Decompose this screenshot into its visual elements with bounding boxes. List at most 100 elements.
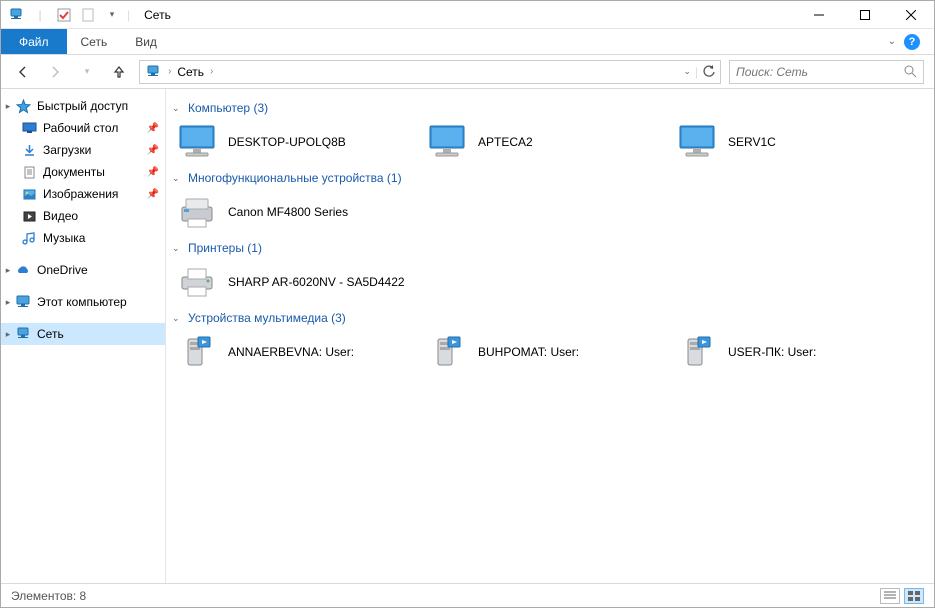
sidebar-quick-access[interactable]: ▸ Быстрый доступ: [1, 95, 165, 117]
mfd-item[interactable]: Canon MF4800 Series: [170, 189, 420, 235]
ribbon-tabs: Файл Сеть Вид ⌄ ?: [1, 29, 934, 55]
qat-dropdown-icon[interactable]: ▾: [103, 6, 121, 24]
printer-icon: [176, 263, 218, 301]
maximize-button[interactable]: [842, 1, 888, 29]
sidebar-item-label: Документы: [43, 165, 105, 179]
cloud-icon: [15, 262, 31, 278]
computer-icon: [15, 294, 31, 310]
mfd-printer-icon: [176, 193, 218, 231]
qat-divider: |: [127, 8, 130, 22]
sidebar-item-music[interactable]: Музыка: [1, 227, 165, 249]
media-device-item[interactable]: USER-ПК: User:: [670, 329, 920, 375]
star-icon: [15, 98, 31, 114]
sidebar-network[interactable]: ▸ Сеть: [1, 323, 165, 345]
media-device-item[interactable]: ANNAERBEVNA: User:: [170, 329, 420, 375]
item-label: SERV1C: [728, 135, 776, 149]
navigation-pane: ▸ Быстрый доступ Рабочий стол 📌 Загрузки…: [1, 89, 166, 583]
refresh-icon[interactable]: [702, 65, 716, 79]
search-input[interactable]: [736, 65, 904, 79]
ribbon-tab-network[interactable]: Сеть: [67, 29, 122, 54]
breadcrumb-dropdown-icon[interactable]: ⌄: [683, 66, 691, 77]
item-label: DESKTOP-UPOLQ8B: [228, 135, 346, 149]
body: ▸ Быстрый доступ Рабочий стол 📌 Загрузки…: [1, 89, 934, 583]
nav-back-button[interactable]: [11, 60, 35, 84]
group-title: Принтеры (1): [188, 241, 262, 255]
search-box[interactable]: [729, 60, 924, 84]
checkbox-icon[interactable]: [55, 6, 73, 24]
breadcrumb-network[interactable]: Сеть: [177, 65, 204, 79]
item-label: APTECA2: [478, 135, 533, 149]
media-server-icon: [426, 333, 468, 371]
minimize-button[interactable]: [796, 1, 842, 29]
close-button[interactable]: [888, 1, 934, 29]
chevron-right-icon[interactable]: ▸: [3, 101, 13, 112]
group-header-media[interactable]: ⌄ Устройства мультимедиа (3): [172, 311, 928, 325]
sidebar-item-label: Быстрый доступ: [37, 99, 128, 113]
chevron-right-icon[interactable]: ▸: [3, 265, 13, 276]
help-icon[interactable]: ?: [904, 34, 920, 50]
documents-icon: [21, 164, 37, 180]
ribbon-tab-file[interactable]: Файл: [1, 29, 67, 54]
breadcrumb[interactable]: › Сеть › ⌄ |: [139, 60, 721, 84]
view-icons-button[interactable]: [904, 588, 924, 604]
breadcrumb-sep-icon[interactable]: ›: [166, 66, 173, 77]
group-header-mfd[interactable]: ⌄ Многофункциональные устройства (1): [172, 171, 928, 185]
titlebar: | ▾ | Сеть: [1, 1, 934, 29]
item-label: Canon MF4800 Series: [228, 205, 348, 219]
music-icon: [21, 230, 37, 246]
sidebar-item-desktop[interactable]: Рабочий стол 📌: [1, 117, 165, 139]
group-header-printers[interactable]: ⌄ Принтеры (1): [172, 241, 928, 255]
sidebar-item-downloads[interactable]: Загрузки 📌: [1, 139, 165, 161]
network-icon: [15, 326, 31, 342]
computer-item[interactable]: DESKTOP-UPOLQ8B: [170, 119, 420, 165]
chevron-down-icon[interactable]: ⌄: [172, 173, 182, 184]
group-header-computers[interactable]: ⌄ Компьютер (3): [172, 101, 928, 115]
nav-recent-dropdown[interactable]: ▾: [75, 60, 99, 84]
view-switcher: [880, 588, 924, 604]
sidebar-onedrive[interactable]: ▸ OneDrive: [1, 259, 165, 281]
network-app-icon: [7, 6, 25, 24]
ribbon-expand-icon[interactable]: ⌄: [888, 36, 896, 47]
status-bar: Элементов: 8: [1, 583, 934, 607]
window-controls: [796, 1, 934, 29]
chevron-down-icon[interactable]: ⌄: [172, 103, 182, 114]
item-label: USER-ПК: User:: [728, 345, 816, 359]
chevron-down-icon[interactable]: ⌄: [172, 243, 182, 254]
window-title: Сеть: [144, 8, 171, 22]
qat-separator: |: [31, 6, 49, 24]
pin-icon: 📌: [147, 145, 159, 156]
computer-item[interactable]: SERV1C: [670, 119, 920, 165]
group-title: Компьютер (3): [188, 101, 268, 115]
view-details-button[interactable]: [880, 588, 900, 604]
nav-up-button[interactable]: [107, 60, 131, 84]
chevron-down-icon[interactable]: ⌄: [172, 313, 182, 324]
chevron-right-icon[interactable]: ▸: [3, 297, 13, 308]
monitor-icon: [176, 123, 218, 161]
network-icon: [144, 63, 162, 81]
computer-item[interactable]: APTECA2: [420, 119, 670, 165]
sidebar-item-videos[interactable]: Видео: [1, 205, 165, 227]
ribbon-tab-view[interactable]: Вид: [121, 29, 171, 54]
item-label: BUHPOMAT: User:: [478, 345, 579, 359]
monitor-icon: [676, 123, 718, 161]
media-server-icon: [176, 333, 218, 371]
sidebar-item-label: Видео: [43, 209, 78, 223]
search-icon[interactable]: [904, 65, 917, 78]
blank-doc-icon[interactable]: [79, 6, 97, 24]
sidebar-item-documents[interactable]: Документы 📌: [1, 161, 165, 183]
downloads-icon: [21, 142, 37, 158]
chevron-right-icon[interactable]: ▸: [3, 329, 13, 340]
videos-icon: [21, 208, 37, 224]
sidebar-this-pc[interactable]: ▸ Этот компьютер: [1, 291, 165, 313]
printer-item[interactable]: SHARP AR-6020NV - SA5D4422: [170, 259, 420, 305]
content-area: ⌄ Компьютер (3) DESKTOP-UPOLQ8B APTECA2: [166, 89, 934, 583]
pin-icon: 📌: [147, 123, 159, 134]
breadcrumb-sep-icon[interactable]: ›: [208, 66, 215, 77]
sidebar-item-label: Загрузки: [43, 143, 91, 157]
nav-forward-button[interactable]: [43, 60, 67, 84]
sidebar-item-label: Сеть: [37, 327, 64, 341]
pin-icon: 📌: [147, 167, 159, 178]
media-device-item[interactable]: BUHPOMAT: User:: [420, 329, 670, 375]
sidebar-item-pictures[interactable]: Изображения 📌: [1, 183, 165, 205]
pictures-icon: [21, 186, 37, 202]
